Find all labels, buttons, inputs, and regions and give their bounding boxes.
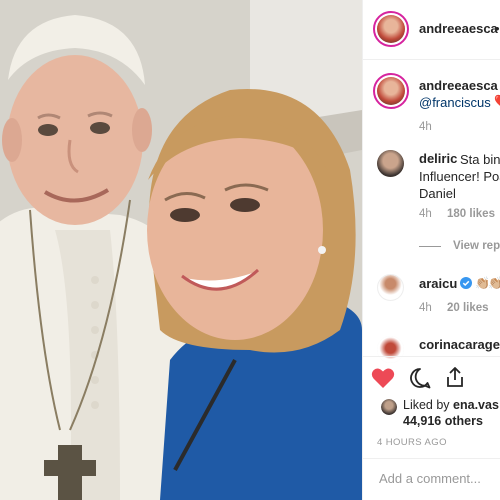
comment-text-line-2: Influencer! Poa <box>419 169 500 184</box>
commenter-avatar[interactable] <box>377 274 404 301</box>
caption-heart-emoji: ❤️ <box>494 93 500 110</box>
comment-username[interactable]: corinacarageat <box>419 337 500 352</box>
view-replies-link[interactable]: View rep <box>453 240 500 252</box>
add-comment-input[interactable] <box>379 471 500 486</box>
post-actions-bar <box>363 356 500 400</box>
comment-like-count[interactable]: 20 likes <box>447 302 489 314</box>
post-photo[interactable] <box>0 0 362 500</box>
comment-username[interactable]: deliric <box>419 151 457 166</box>
add-comment-bar <box>363 458 500 500</box>
comment-time: 4h <box>419 208 432 220</box>
verified-badge-icon <box>460 277 472 289</box>
header-suffix: • <box>495 21 500 36</box>
caption-time: 4h <box>419 121 432 133</box>
author-avatar[interactable] <box>373 11 409 47</box>
likes-count-text: and44,916 others <box>403 414 483 428</box>
author-username[interactable]: andreeaesca <box>419 21 498 36</box>
heart-icon[interactable] <box>371 367 395 389</box>
liked-by-user[interactable]: ena.vas <box>453 398 499 412</box>
commenter-avatar[interactable] <box>377 150 404 177</box>
caption-mention[interactable]: @franciscus <box>419 94 491 111</box>
view-replies-line <box>419 246 441 247</box>
comment-like-count[interactable]: 180 likes <box>447 208 495 220</box>
comment-text-line-3: Daniel <box>419 186 456 201</box>
liked-by-avatar[interactable] <box>381 399 397 415</box>
selfie-image <box>0 0 362 500</box>
comment-time: 4h <box>419 302 432 314</box>
post-details-panel: andreeaesca • andreeaesca V @franciscus … <box>362 0 500 500</box>
post-timestamp: 4 HOURS AGO <box>377 437 447 448</box>
post-header: andreeaesca • <box>363 0 500 60</box>
comment-icon[interactable] <box>409 367 431 389</box>
comment-emojis: 👏🏼👏🏼 <box>475 276 500 290</box>
share-icon[interactable] <box>445 366 465 388</box>
caption-author-avatar[interactable] <box>373 73 409 109</box>
comment-username[interactable]: araicu <box>419 276 457 291</box>
caption-author-username[interactable]: andreeaesca <box>419 78 498 93</box>
comment-text-line-1: Sta bine <box>460 152 500 167</box>
liked-by-text: Liked by ena.vas <box>403 398 499 412</box>
likes-count[interactable]: 44,916 others <box>403 414 483 428</box>
liked-prefix: Liked by <box>403 398 450 412</box>
